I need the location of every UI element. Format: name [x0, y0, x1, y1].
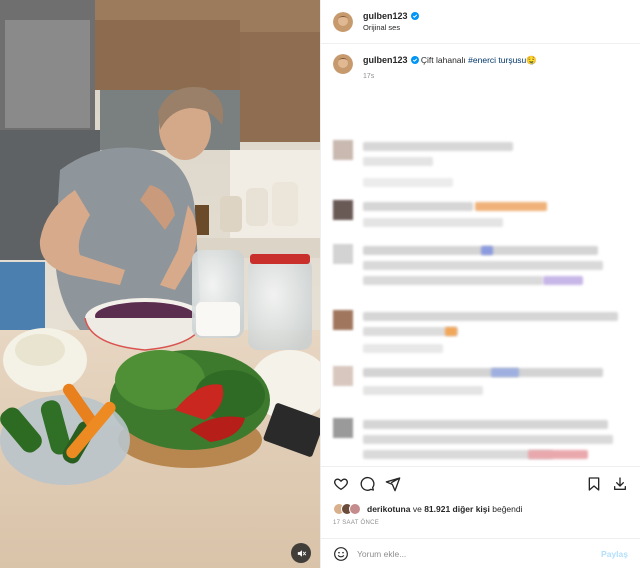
blurred-avatar [333, 366, 353, 386]
blurred-text [363, 327, 458, 336]
likes-summary: derikotuna ve 81.921 diğer kişi beğendi [321, 500, 640, 518]
post-header: gulben123 Orijinal ses [321, 0, 640, 44]
blurred-text [363, 142, 513, 151]
comment-input[interactable] [357, 548, 594, 559]
heart-icon[interactable] [333, 476, 349, 492]
profile-photo [333, 54, 353, 74]
blurred-text [363, 202, 473, 211]
blurred-emoji [481, 246, 493, 255]
caption-hashtag[interactable]: #enerci turşusu [468, 55, 526, 65]
blurred-text [363, 312, 618, 321]
blurred-text [363, 450, 553, 459]
blurred-emoji [543, 276, 583, 285]
verified-badge-icon [410, 12, 419, 20]
post-caption: gulben123 Çift lahanalı #enerci turşusu🤤… [333, 54, 628, 83]
profile-photo [333, 11, 353, 32]
likes-suffix: beğendi [492, 504, 523, 514]
avatar[interactable] [333, 11, 353, 32]
kitchen-scene-image [0, 0, 320, 568]
blurred-text [363, 157, 433, 166]
post-dialog: gulben123 Orijinal ses gulben123 Çift la… [0, 0, 640, 568]
blurred-meta [363, 218, 503, 227]
blurred-avatar [333, 244, 353, 264]
blurred-meta [363, 386, 483, 395]
blurred-avatar [333, 140, 353, 160]
post-details-panel: gulben123 Orijinal ses gulben123 Çift la… [320, 0, 640, 568]
smiley-icon[interactable] [333, 546, 349, 562]
list-item [333, 140, 630, 200]
caption-username[interactable]: gulben123 [363, 54, 419, 66]
bookmark-icon[interactable] [586, 476, 602, 492]
blurred-meta [363, 344, 443, 353]
post-timestamp[interactable]: 17 SAAT ÖNCE [321, 518, 640, 532]
caption-avatar[interactable] [333, 54, 353, 74]
audio-label[interactable]: Orijinal ses [363, 23, 419, 32]
blurred-text [363, 261, 603, 270]
blurred-text [363, 368, 603, 377]
likes-count-link[interactable]: 81.921 diğer kişi [424, 504, 490, 514]
list-item [333, 200, 630, 244]
download-icon[interactable] [612, 476, 628, 492]
blurred-emoji [491, 368, 519, 377]
paper-plane-icon[interactable] [385, 476, 401, 492]
caption-username-text: gulben123 [363, 55, 408, 65]
blurred-text [363, 420, 608, 429]
caption-emoji: 🤤 [526, 55, 537, 65]
author-username-row: gulben123 [363, 11, 419, 21]
blurred-avatar [333, 200, 353, 220]
author-username[interactable]: gulben123 [363, 11, 408, 21]
post-video[interactable] [0, 0, 320, 568]
list-item [333, 418, 630, 466]
comment-icon[interactable] [359, 476, 375, 492]
blurred-emoji [445, 327, 457, 336]
blurred-avatar [333, 418, 353, 438]
speaker-muted-icon [297, 549, 306, 557]
blurred-comments-list [333, 140, 630, 466]
list-item [333, 366, 630, 418]
list-item [333, 310, 630, 366]
comments-section: gulben123 Çift lahanalı #enerci turşusu🤤… [321, 44, 640, 466]
verified-badge-icon [410, 56, 419, 64]
blurred-text [363, 435, 613, 444]
likes-connector: ve [412, 504, 422, 514]
caption-time: 17s [363, 73, 375, 80]
blurred-emoji [528, 450, 588, 459]
caption-text: Çift lahanalı [420, 55, 466, 65]
avatar [349, 503, 361, 515]
post-comment-button[interactable]: Paylaş [601, 549, 628, 559]
blurred-meta [363, 178, 453, 187]
list-item [333, 244, 630, 310]
add-comment-bar: Paylaş [321, 538, 640, 568]
blurred-text [363, 276, 543, 285]
action-bar [321, 466, 640, 500]
liked-by-username[interactable]: derikotuna [367, 504, 410, 514]
liker-avatars[interactable] [333, 503, 361, 515]
blurred-text [475, 202, 547, 211]
blurred-avatar [333, 310, 353, 330]
mute-button[interactable] [291, 543, 311, 563]
